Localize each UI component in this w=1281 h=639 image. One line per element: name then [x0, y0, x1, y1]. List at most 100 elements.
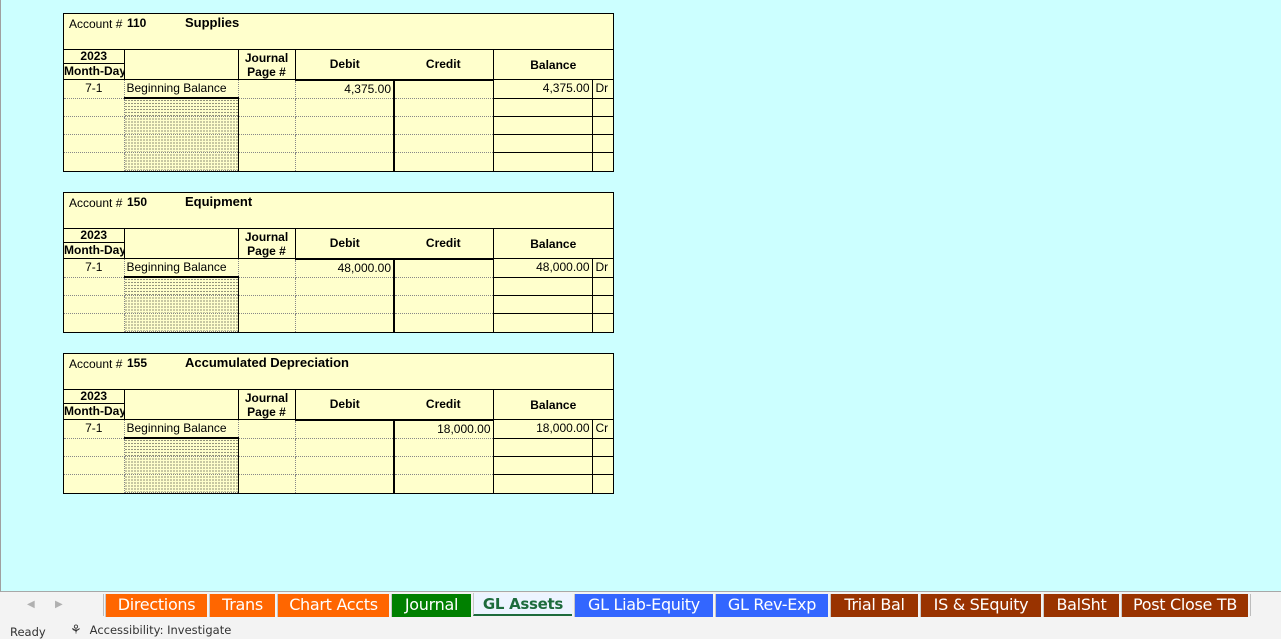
balance-cell[interactable]: 48,000.00	[492, 258, 592, 278]
account-number[interactable]: 150	[127, 195, 147, 209]
credit-cell[interactable]	[394, 258, 493, 278]
tab-journal[interactable]: Journal	[391, 594, 471, 617]
worksheet-area[interactable]: Account # 110 Supplies 2023 Journal Page …	[0, 0, 1281, 592]
journal-page-cell[interactable]	[238, 456, 296, 475]
account-name[interactable]: Equipment	[185, 194, 252, 209]
description-cell[interactable]	[124, 456, 239, 475]
description-cell[interactable]	[124, 474, 239, 493]
balance-cell[interactable]	[492, 313, 592, 332]
tab-balsht[interactable]: BalSht	[1043, 594, 1119, 617]
tab-gl-assets[interactable]: GL Assets	[473, 593, 572, 616]
scroll-tabs-left-icon[interactable]: ◀	[27, 599, 35, 610]
description-cell[interactable]	[124, 152, 239, 171]
dr-cr-cell[interactable]	[591, 98, 613, 117]
description-cell[interactable]	[124, 313, 239, 332]
credit-cell[interactable]	[394, 475, 493, 493]
balance-cell[interactable]: 4,375.00	[492, 79, 592, 99]
date-cell[interactable]	[64, 313, 125, 332]
dr-cr-cell[interactable]	[591, 295, 613, 314]
dr-cr-cell[interactable]: Cr	[591, 419, 613, 439]
date-cell[interactable]: 7-1	[64, 419, 125, 439]
credit-cell[interactable]	[394, 79, 493, 99]
description-cell[interactable]: Beginning Balance	[124, 419, 239, 439]
account-number[interactable]: 155	[127, 356, 147, 370]
journal-page-cell[interactable]	[238, 152, 296, 171]
date-cell[interactable]	[64, 277, 125, 296]
debit-cell[interactable]	[295, 474, 395, 493]
balance-cell[interactable]	[492, 152, 592, 171]
debit-cell[interactable]	[295, 295, 395, 314]
date-cell[interactable]	[64, 152, 125, 171]
journal-page-cell[interactable]	[238, 258, 296, 278]
tab-gl-liab-equity[interactable]: GL Liab-Equity	[574, 594, 713, 617]
date-cell[interactable]: 7-1	[64, 258, 125, 278]
description-cell[interactable]	[124, 116, 239, 135]
dr-cr-cell[interactable]	[591, 152, 613, 171]
date-cell[interactable]	[64, 438, 125, 457]
journal-page-cell[interactable]	[238, 313, 296, 332]
dr-cr-cell[interactable]: Dr	[591, 79, 613, 99]
date-cell[interactable]	[64, 474, 125, 493]
debit-cell[interactable]	[295, 456, 395, 475]
journal-page-cell[interactable]	[238, 295, 296, 314]
date-cell[interactable]	[64, 116, 125, 135]
description-cell[interactable]	[124, 277, 239, 296]
tab-gl-rev-exp[interactable]: GL Rev-Exp	[715, 594, 828, 617]
journal-page-cell[interactable]	[238, 116, 296, 135]
journal-page-cell[interactable]	[238, 79, 296, 99]
account-name[interactable]: Accumulated Depreciation	[185, 355, 349, 370]
debit-cell[interactable]: 48,000.00	[295, 258, 395, 278]
journal-page-cell[interactable]	[238, 98, 296, 117]
credit-cell[interactable]	[394, 456, 493, 475]
account-number[interactable]: 110	[127, 16, 146, 30]
credit-cell[interactable]	[394, 98, 493, 117]
tab-directions[interactable]: Directions	[105, 594, 207, 617]
journal-page-cell[interactable]	[238, 474, 296, 493]
date-cell[interactable]	[64, 98, 125, 117]
tab-chart-accts[interactable]: Chart Accts	[277, 594, 389, 617]
credit-cell[interactable]	[394, 295, 493, 314]
journal-page-cell[interactable]	[238, 277, 296, 296]
date-cell[interactable]	[64, 295, 125, 314]
debit-cell[interactable]	[295, 419, 395, 439]
scroll-tabs-right-icon[interactable]: ▶	[55, 599, 63, 610]
journal-page-cell[interactable]	[238, 134, 296, 153]
debit-cell[interactable]: 4,375.00	[295, 79, 395, 99]
date-cell[interactable]	[64, 134, 125, 153]
debit-cell[interactable]	[295, 152, 395, 171]
credit-cell[interactable]	[394, 314, 493, 332]
tab-post-close-tb[interactable]: Post Close TB	[1121, 594, 1248, 617]
debit-cell[interactable]	[295, 116, 395, 135]
date-cell[interactable]	[64, 456, 125, 475]
credit-cell[interactable]	[394, 438, 493, 457]
dr-cr-cell[interactable]	[591, 116, 613, 135]
debit-cell[interactable]	[295, 438, 395, 457]
dr-cr-cell[interactable]	[591, 474, 613, 493]
dr-cr-cell[interactable]	[591, 456, 613, 475]
credit-cell[interactable]: 18,000.00	[394, 419, 493, 439]
debit-cell[interactable]	[295, 98, 395, 117]
balance-cell[interactable]	[492, 295, 592, 314]
debit-cell[interactable]	[295, 313, 395, 332]
description-cell[interactable]	[124, 98, 239, 117]
date-cell[interactable]: 7-1	[64, 79, 125, 99]
credit-cell[interactable]	[394, 277, 493, 296]
journal-page-cell[interactable]	[238, 419, 296, 439]
description-cell[interactable]: Beginning Balance	[124, 79, 239, 99]
credit-cell[interactable]	[394, 134, 493, 153]
balance-cell[interactable]	[492, 116, 592, 135]
balance-cell[interactable]: 18,000.00	[492, 419, 592, 439]
balance-cell[interactable]	[492, 98, 592, 117]
dr-cr-cell[interactable]	[591, 134, 613, 153]
dr-cr-cell[interactable]	[591, 438, 613, 457]
account-name[interactable]: Supplies	[185, 15, 239, 30]
balance-cell[interactable]	[492, 134, 592, 153]
debit-cell[interactable]	[295, 277, 395, 296]
dr-cr-cell[interactable]	[591, 277, 613, 296]
dr-cr-cell[interactable]	[591, 313, 613, 332]
dr-cr-cell[interactable]: Dr	[591, 258, 613, 278]
balance-cell[interactable]	[492, 456, 592, 475]
credit-cell[interactable]	[394, 153, 493, 171]
balance-cell[interactable]	[492, 438, 592, 457]
tab-trans[interactable]: Trans	[209, 594, 275, 617]
